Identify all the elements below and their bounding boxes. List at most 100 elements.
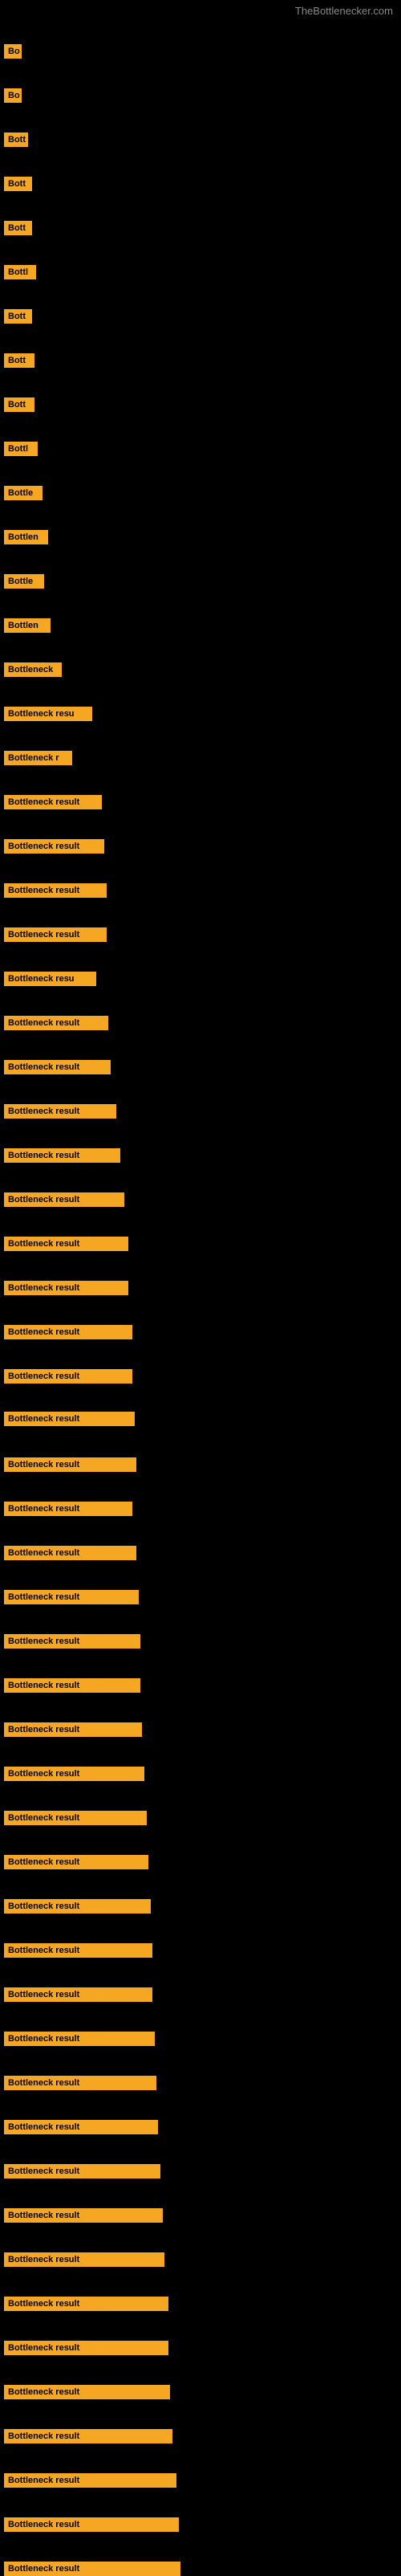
label-box: Bottleneck result (4, 2341, 168, 2355)
label-box: Bott (4, 397, 34, 412)
label-box: Bottleneck result (4, 2076, 156, 2090)
list-item: Bottleneck result (4, 1678, 140, 1693)
list-item: Bottleneck result (4, 2297, 168, 2311)
list-item: Bottleneck result (4, 2385, 170, 2399)
label-box: Bottleneck result (4, 2164, 160, 2179)
list-item: Bottleneck result (4, 1412, 135, 1426)
list-item: Bottleneck resu (4, 707, 92, 721)
label-box: Bott (4, 353, 34, 368)
label-box: Bottl (4, 442, 38, 456)
label-box: Bottleneck result (4, 1899, 151, 1914)
label-box: Bottleneck result (4, 883, 107, 898)
list-item: Bottleneck result (4, 1546, 136, 1560)
label-box: Bottleneck result (4, 1634, 140, 1649)
list-item: Bottleneck result (4, 1502, 132, 1516)
label-box: Bottleneck result (4, 2297, 168, 2311)
list-item: Bottleneck result (4, 2562, 180, 2576)
list-item: Bottleneck result (4, 1192, 124, 1207)
label-box: Bottleneck result (4, 2517, 179, 2532)
list-item: Bottleneck result (4, 1943, 152, 1958)
label-box: Bottleneck result (4, 2208, 163, 2223)
label-box: Bottle (4, 486, 43, 500)
label-box: Bottleneck result (4, 2473, 176, 2488)
label-box: Bottleneck (4, 662, 62, 677)
list-item: Bottleneck result (4, 839, 104, 854)
list-item: Bottleneck result (4, 1237, 128, 1251)
list-item: Bottleneck result (4, 1590, 139, 1604)
list-item: Bottleneck resu (4, 972, 96, 986)
label-box: Bottlen (4, 530, 48, 544)
label-box: Bottleneck result (4, 1192, 124, 1207)
label-box: Bott (4, 309, 32, 324)
list-item: Bott (4, 309, 32, 324)
label-box: Bottleneck result (4, 1457, 136, 1472)
list-item: Bottleneck result (4, 1811, 147, 1825)
label-box: Bo (4, 88, 22, 103)
list-item: Bottleneck result (4, 2164, 160, 2179)
list-item: Bottleneck result (4, 2120, 158, 2134)
list-item: Bo (4, 44, 22, 59)
list-item: Bottl (4, 442, 38, 456)
list-item: Bottleneck result (4, 2429, 172, 2444)
label-box: Bottleneck result (4, 1369, 132, 1384)
label-box: Bottleneck result (4, 1325, 132, 1339)
list-item: Bottleneck result (4, 1148, 120, 1163)
label-box: Bottleneck result (4, 2032, 155, 2046)
label-box: Bottleneck resu (4, 972, 96, 986)
list-item: Bottleneck result (4, 1722, 142, 1737)
list-item: Bottleneck result (4, 2473, 176, 2488)
list-item: Bottleneck result (4, 1767, 144, 1781)
site-title: TheBottlenecker.com (0, 0, 401, 20)
list-item: Bottleneck result (4, 2517, 179, 2532)
label-box: Bottleneck resu (4, 707, 92, 721)
list-item: Bottleneck result (4, 1899, 151, 1914)
list-item: Bott (4, 177, 32, 191)
list-item: Bottleneck result (4, 2252, 164, 2267)
label-box: Bottleneck result (4, 1412, 135, 1426)
label-box: Bottleneck result (4, 1104, 116, 1119)
label-box: Bottleneck result (4, 1502, 132, 1516)
label-box: Bott (4, 221, 32, 235)
list-item: Bo (4, 88, 22, 103)
list-item: Bottle (4, 574, 44, 589)
label-box: Bottleneck result (4, 1811, 147, 1825)
list-item: Bottleneck result (4, 2208, 163, 2223)
label-box: Bottleneck result (4, 927, 107, 942)
list-item: Bottleneck result (4, 1369, 132, 1384)
list-item: Bottleneck result (4, 795, 102, 809)
label-box: Bottleneck r (4, 751, 72, 765)
list-item: Bottleneck result (4, 1457, 136, 1472)
list-item: Bottl (4, 265, 36, 279)
label-box: Bottleneck result (4, 1148, 120, 1163)
label-box: Bottleneck result (4, 1546, 136, 1560)
label-box: Bottleneck result (4, 795, 102, 809)
list-item: Bottleneck result (4, 1016, 108, 1030)
list-item: Bottleneck result (4, 883, 107, 898)
label-box: Bottle (4, 574, 44, 589)
list-item: Bottleneck result (4, 2341, 168, 2355)
label-box: Bottl (4, 265, 36, 279)
label-box: Bott (4, 132, 28, 147)
label-box: Bottlen (4, 618, 51, 633)
label-box: Bottleneck result (4, 2120, 158, 2134)
label-box: Bottleneck result (4, 2429, 172, 2444)
list-item: Bott (4, 132, 28, 147)
list-item: Bottleneck result (4, 1325, 132, 1339)
list-item: Bott (4, 221, 32, 235)
label-box: Bo (4, 44, 22, 59)
label-box: Bottleneck result (4, 1987, 152, 2002)
list-item: Bottlen (4, 530, 48, 544)
list-item: Bottleneck result (4, 1060, 111, 1074)
list-item: Bottleneck r (4, 751, 72, 765)
label-box: Bottleneck result (4, 2252, 164, 2267)
label-box: Bottleneck result (4, 839, 104, 854)
list-item: Bottlen (4, 618, 51, 633)
label-box: Bottleneck result (4, 1943, 152, 1958)
list-item: Bottleneck result (4, 927, 107, 942)
label-box: Bottleneck result (4, 1722, 142, 1737)
list-item: Bottleneck result (4, 1855, 148, 1869)
label-box: Bottleneck result (4, 1678, 140, 1693)
list-item: Bottleneck result (4, 1281, 128, 1295)
list-item: Bottleneck result (4, 2032, 155, 2046)
list-item: Bott (4, 353, 34, 368)
